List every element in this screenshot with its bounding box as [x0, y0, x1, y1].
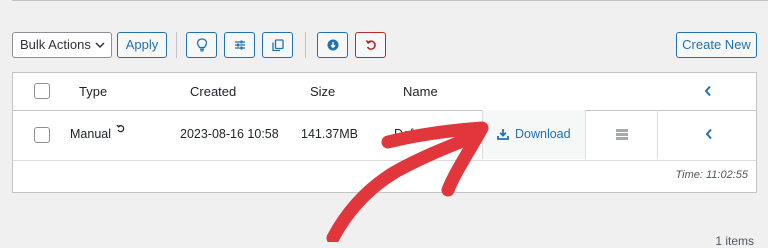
- column-created: Created: [190, 84, 237, 99]
- import-button[interactable]: [317, 32, 348, 58]
- toolbar-separator: [305, 32, 306, 58]
- backups-table: Type Created Size Name Manual 2023-08-16…: [12, 72, 757, 193]
- toolbar: Bulk Actions Apply Create New: [0, 0, 768, 70]
- row-name: Default: [394, 127, 434, 141]
- row-created: 2023-08-16 10:58: [180, 127, 279, 141]
- undo-icon: [365, 40, 376, 50]
- lightbulb-button[interactable]: [186, 32, 217, 58]
- settings-button[interactable]: [224, 32, 255, 58]
- row-menu-cell: [585, 110, 658, 159]
- table-header: Type Created Size Name: [13, 73, 756, 111]
- column-name: Name: [403, 84, 438, 99]
- footer-time: Time: 11:02:55: [675, 169, 748, 181]
- chevron-left-icon[interactable]: [704, 85, 712, 97]
- sliders-icon: [234, 40, 245, 50]
- row-size: 141.37MB: [301, 127, 358, 141]
- select-all-checkbox[interactable]: [34, 83, 50, 99]
- row-expand-cell: [657, 110, 757, 159]
- stack-icon[interactable]: [616, 129, 628, 140]
- lightbulb-icon: [196, 38, 207, 52]
- row-checkbox[interactable]: [34, 127, 50, 143]
- chevron-left-icon[interactable]: [705, 128, 713, 140]
- manual-backup-icon: [117, 124, 125, 133]
- row-type-label: Manual: [70, 127, 111, 141]
- column-type: Type: [79, 84, 108, 99]
- table-row: Manual 2023-08-16 10:58 141.37MB Default…: [13, 110, 756, 161]
- copy-icon: [271, 38, 284, 51]
- row-type: Manual: [70, 124, 125, 141]
- create-new-button[interactable]: Create New: [676, 32, 757, 58]
- restore-button[interactable]: [355, 32, 386, 58]
- apply-button[interactable]: Apply: [117, 32, 167, 58]
- column-size: Size: [310, 84, 336, 99]
- download-circle-icon: [327, 39, 338, 51]
- download-link[interactable]: Download: [497, 127, 571, 141]
- chevron-down-icon: [95, 42, 105, 49]
- copy-button[interactable]: [262, 32, 293, 58]
- table-footer: Time: 11:02:55: [13, 160, 756, 193]
- bulk-actions-label: Bulk Actions: [20, 37, 91, 52]
- download-icon: [497, 129, 509, 140]
- items-count: 1 items: [715, 234, 754, 248]
- bulk-actions-select[interactable]: Bulk Actions: [12, 32, 112, 58]
- download-cell: Download: [482, 110, 586, 159]
- toolbar-separator: [176, 32, 177, 58]
- download-label: Download: [515, 127, 571, 141]
